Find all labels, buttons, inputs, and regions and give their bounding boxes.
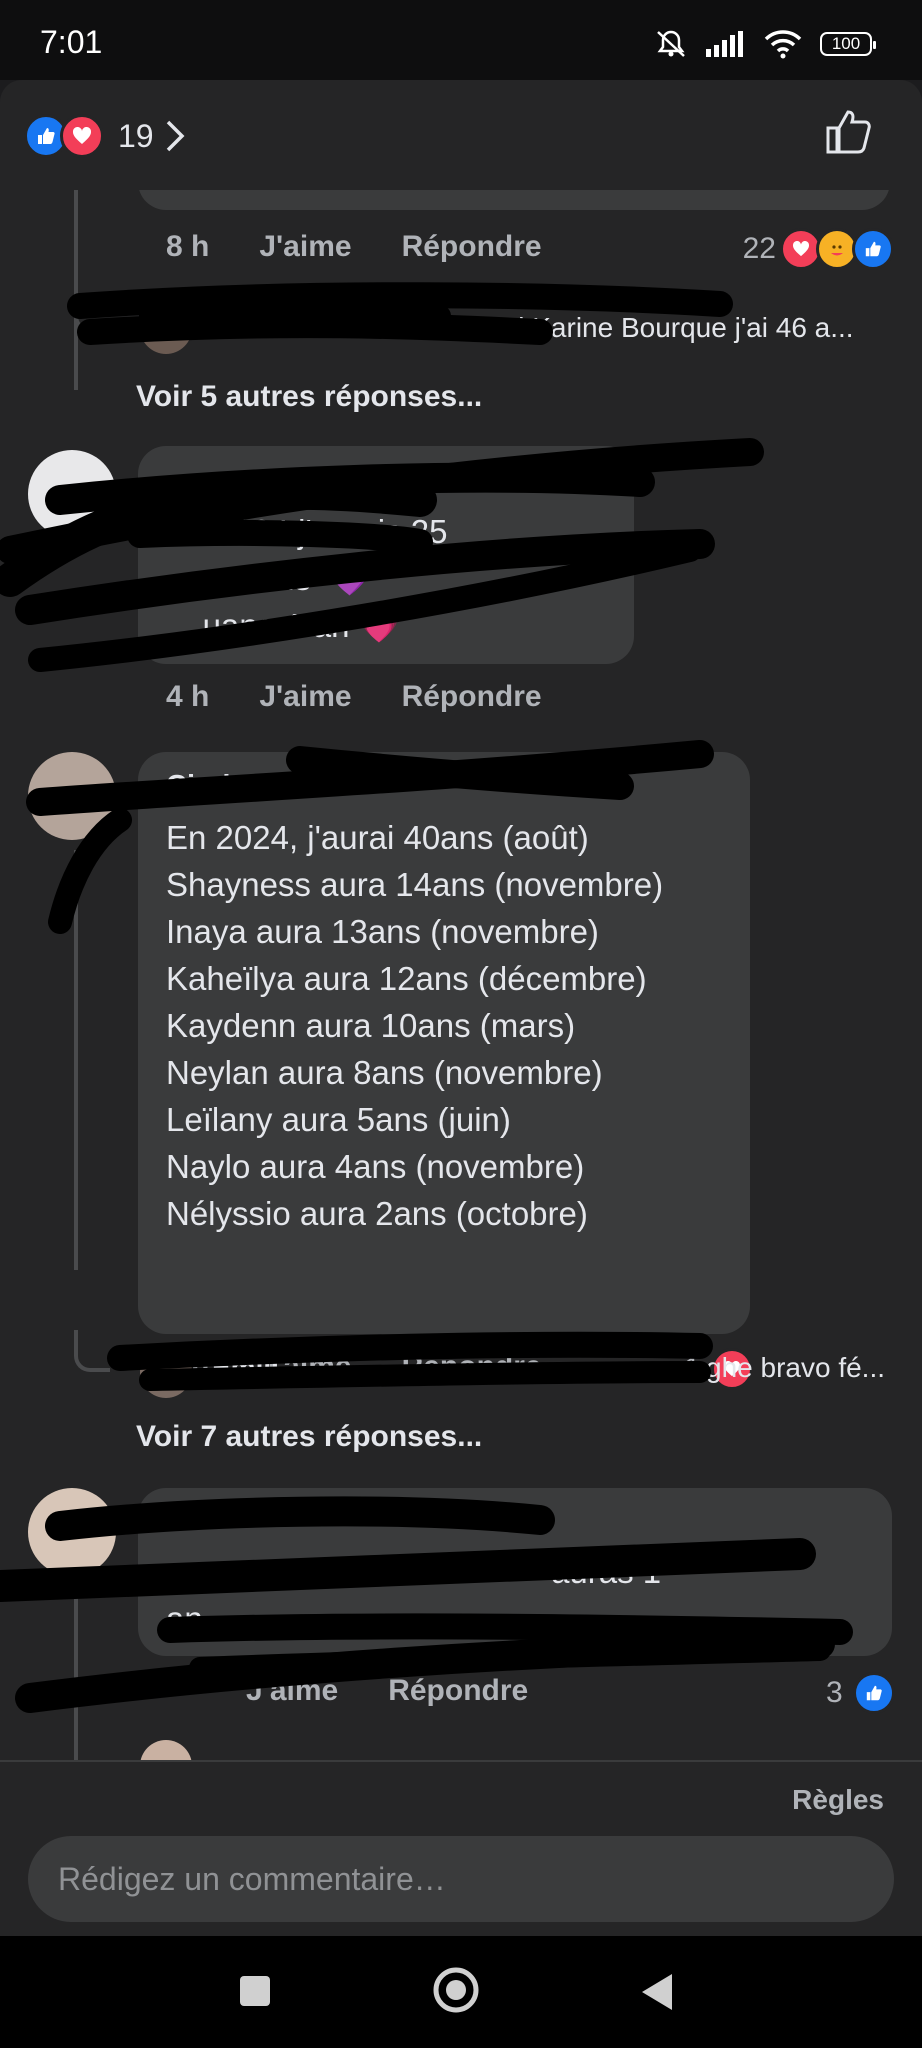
comment-text: En 2024, j'aurai 40ans (août) Shayness a… [166,819,664,1232]
like-button[interactable]: J'aime [259,230,351,264]
reply-connector [74,1330,110,1372]
chevron-right-icon[interactable] [164,118,186,154]
wifi-icon [764,30,802,59]
like-reaction-icon [852,228,894,270]
more-replies-link[interactable]: Voir 5 autres réponses... [136,380,482,414]
battery-icon: 100 [820,32,876,56]
avatar[interactable] [28,752,116,840]
mute-icon [657,30,685,57]
comment-composer: Règles [0,1760,922,1936]
back-icon[interactable] [640,1972,674,2012]
reply-button[interactable]: Répondre [388,1674,528,1708]
avatar[interactable] [28,450,116,538]
reply-avatar [140,302,192,354]
comment-input[interactable] [28,1836,894,1922]
reply-button[interactable]: Répondre [402,680,542,714]
reply-avatar [140,1346,192,1398]
status-time: 7:01 [40,24,103,60]
comment-text: En 2024 j'aurais 25 u 4 ans 💜 uana 1 an … [166,513,448,644]
comment-actions: J'aime Répondre [166,1674,578,1708]
comment-author[interactable]: Cindy Quo [166,770,313,803]
comment-reactions[interactable]: 22 [743,228,894,270]
like-button[interactable]: J'aime [259,680,351,714]
reply-button[interactable]: Répondre [402,230,542,264]
reply-author[interactable]: Emili [212,1352,279,1384]
like-reaction-icon [852,1672,895,1714]
avatar[interactable] [28,1488,116,1576]
reactions-summary[interactable]: 19 [24,114,186,158]
comment-time: 8 h [166,230,210,263]
status-bar: 7:01 100 [0,0,922,80]
navigation-bar [0,1936,922,2048]
reaction-count: 1 [684,1352,701,1385]
comment-actions: 4 h J'aime Répondre [166,680,592,714]
comment-text: auras 1 an [166,1553,662,1637]
reactions-header: 19 [0,80,922,190]
reaction-count: 3 [826,1676,843,1709]
reply-connector [74,290,110,332]
comments-panel: 19 8 h J'aime Répondre 22 med Karine Bou… [0,80,922,1936]
love-reaction-icon [60,114,104,158]
comment-time: 4 h [166,680,210,713]
thread-line [74,850,78,1270]
more-replies-link[interactable]: Voir 7 autres réponses... [136,1420,482,1454]
status-icons: 100 [654,26,876,62]
reply-preview[interactable]: med Karine Bourque j'ai 46 a... [470,312,854,344]
home-icon[interactable] [432,1966,480,2014]
reaction-count: 19 [118,117,154,154]
signal-icon [706,31,743,57]
rules-link[interactable]: Règles [792,1784,884,1816]
comment-actions: 8 h J'aime Répondre [166,230,592,264]
comment-reactions[interactable]: 3 [826,1672,895,1714]
like-button[interactable]: J'aime [246,1674,338,1708]
recents-icon[interactable] [238,1974,272,2008]
reaction-count: 22 [742,232,776,265]
thumbs-up-icon[interactable] [824,106,874,156]
reply-preview[interactable]: ghe bravo fé... [706,1352,885,1384]
reply-button[interactable]: Répondre [402,1350,542,1384]
thread-line [74,1580,78,1760]
